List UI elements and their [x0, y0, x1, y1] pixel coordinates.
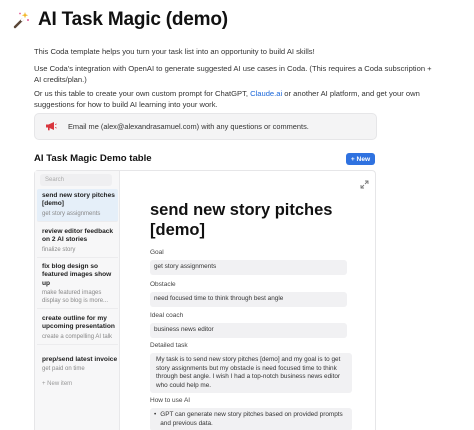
callout: Email me (alex@alexandrasamuel.com) with…: [34, 113, 377, 140]
howto-value[interactable]: • GPT can generate new story pitches bas…: [150, 408, 352, 430]
item-list: Search send new story pitches [demo] get…: [35, 171, 120, 430]
task-value[interactable]: My task is to send new story pitches [de…: [150, 353, 352, 394]
page-header: AI Task Magic (demo): [10, 9, 228, 31]
task-field: Detailed task My task is to send new sto…: [150, 342, 352, 394]
list-item-title: fix blog design so featured images show …: [42, 263, 112, 287]
magic-wand-icon: [10, 9, 32, 31]
detail-title-wrap: send new story pitches [demo]: [150, 200, 360, 240]
list-item-subtitle: create a compelling AI talk: [42, 333, 113, 340]
add-item-button[interactable]: + New item: [42, 381, 72, 387]
obstacle-field: Obstacle need focused time to think thro…: [150, 281, 347, 307]
list-item[interactable]: send new story pitches [demo] get story …: [37, 189, 118, 222]
list-item-subtitle: get story assignments: [42, 210, 101, 217]
intro-text: This Coda template helps you turn your t…: [34, 47, 315, 56]
integration-text: Use Coda's integration with OpenAI to ge…: [34, 64, 432, 84]
howto-text: GPT can generate new story pitches based…: [160, 411, 343, 427]
detail-title: send new story pitches [demo]: [150, 201, 333, 239]
goal-field: Goal get story assignments: [150, 249, 347, 275]
howto-label: How to use AI: [150, 397, 191, 404]
prompt-text: Or us this table to create your own cust…: [34, 89, 434, 110]
callout-text: Email me (alex@alexandrasamuel.com) with…: [68, 122, 309, 131]
bullet-icon: •: [154, 411, 157, 418]
list-item[interactable]: create outline for my upcoming presentat…: [37, 312, 118, 345]
list-item[interactable]: review editor feedback on 2 AI stories f…: [37, 225, 118, 258]
page-title: AI Task Magic (demo): [38, 9, 228, 30]
list-item-subtitle: finalize story: [42, 246, 76, 253]
search-input[interactable]: Search: [40, 174, 112, 186]
list-item-title: send new story pitches [demo]: [42, 192, 115, 208]
obstacle-label: Obstacle: [150, 281, 176, 288]
howto-field: How to use AI • GPT can generate new sto…: [150, 397, 352, 430]
prompt-text-start: Or us this table to create your own cust…: [34, 89, 251, 98]
table-title: AI Task Magic Demo table: [34, 153, 152, 164]
task-label: Detailed task: [150, 342, 188, 349]
megaphone-icon: [45, 118, 57, 136]
list-item-subtitle: get paid on time: [42, 366, 85, 373]
goal-label: Goal: [150, 249, 164, 256]
list-item-subtitle: make featured images display so blog is …: [42, 290, 109, 305]
list-item-title: prep/send latest invoice: [42, 356, 118, 363]
list-item-title: review editor feedback on 2 AI stories: [42, 228, 114, 244]
list-item[interactable]: prep/send latest invoice get paid on tim…: [37, 353, 118, 376]
coach-field: Ideal coach business news editor: [150, 312, 347, 338]
claude-link[interactable]: Claude.ai: [250, 89, 282, 98]
coach-value[interactable]: business news editor: [150, 323, 347, 338]
list-item-title: create outline for my upcoming presentat…: [42, 315, 115, 331]
list-item[interactable]: fix blog design so featured images show …: [37, 260, 118, 310]
new-row-button[interactable]: + New: [346, 153, 375, 165]
goal-value[interactable]: get story assignments: [150, 260, 347, 275]
expand-icon[interactable]: [360, 176, 369, 189]
coach-label: Ideal coach: [150, 312, 184, 319]
obstacle-value[interactable]: need focused time to think through best …: [150, 292, 347, 307]
